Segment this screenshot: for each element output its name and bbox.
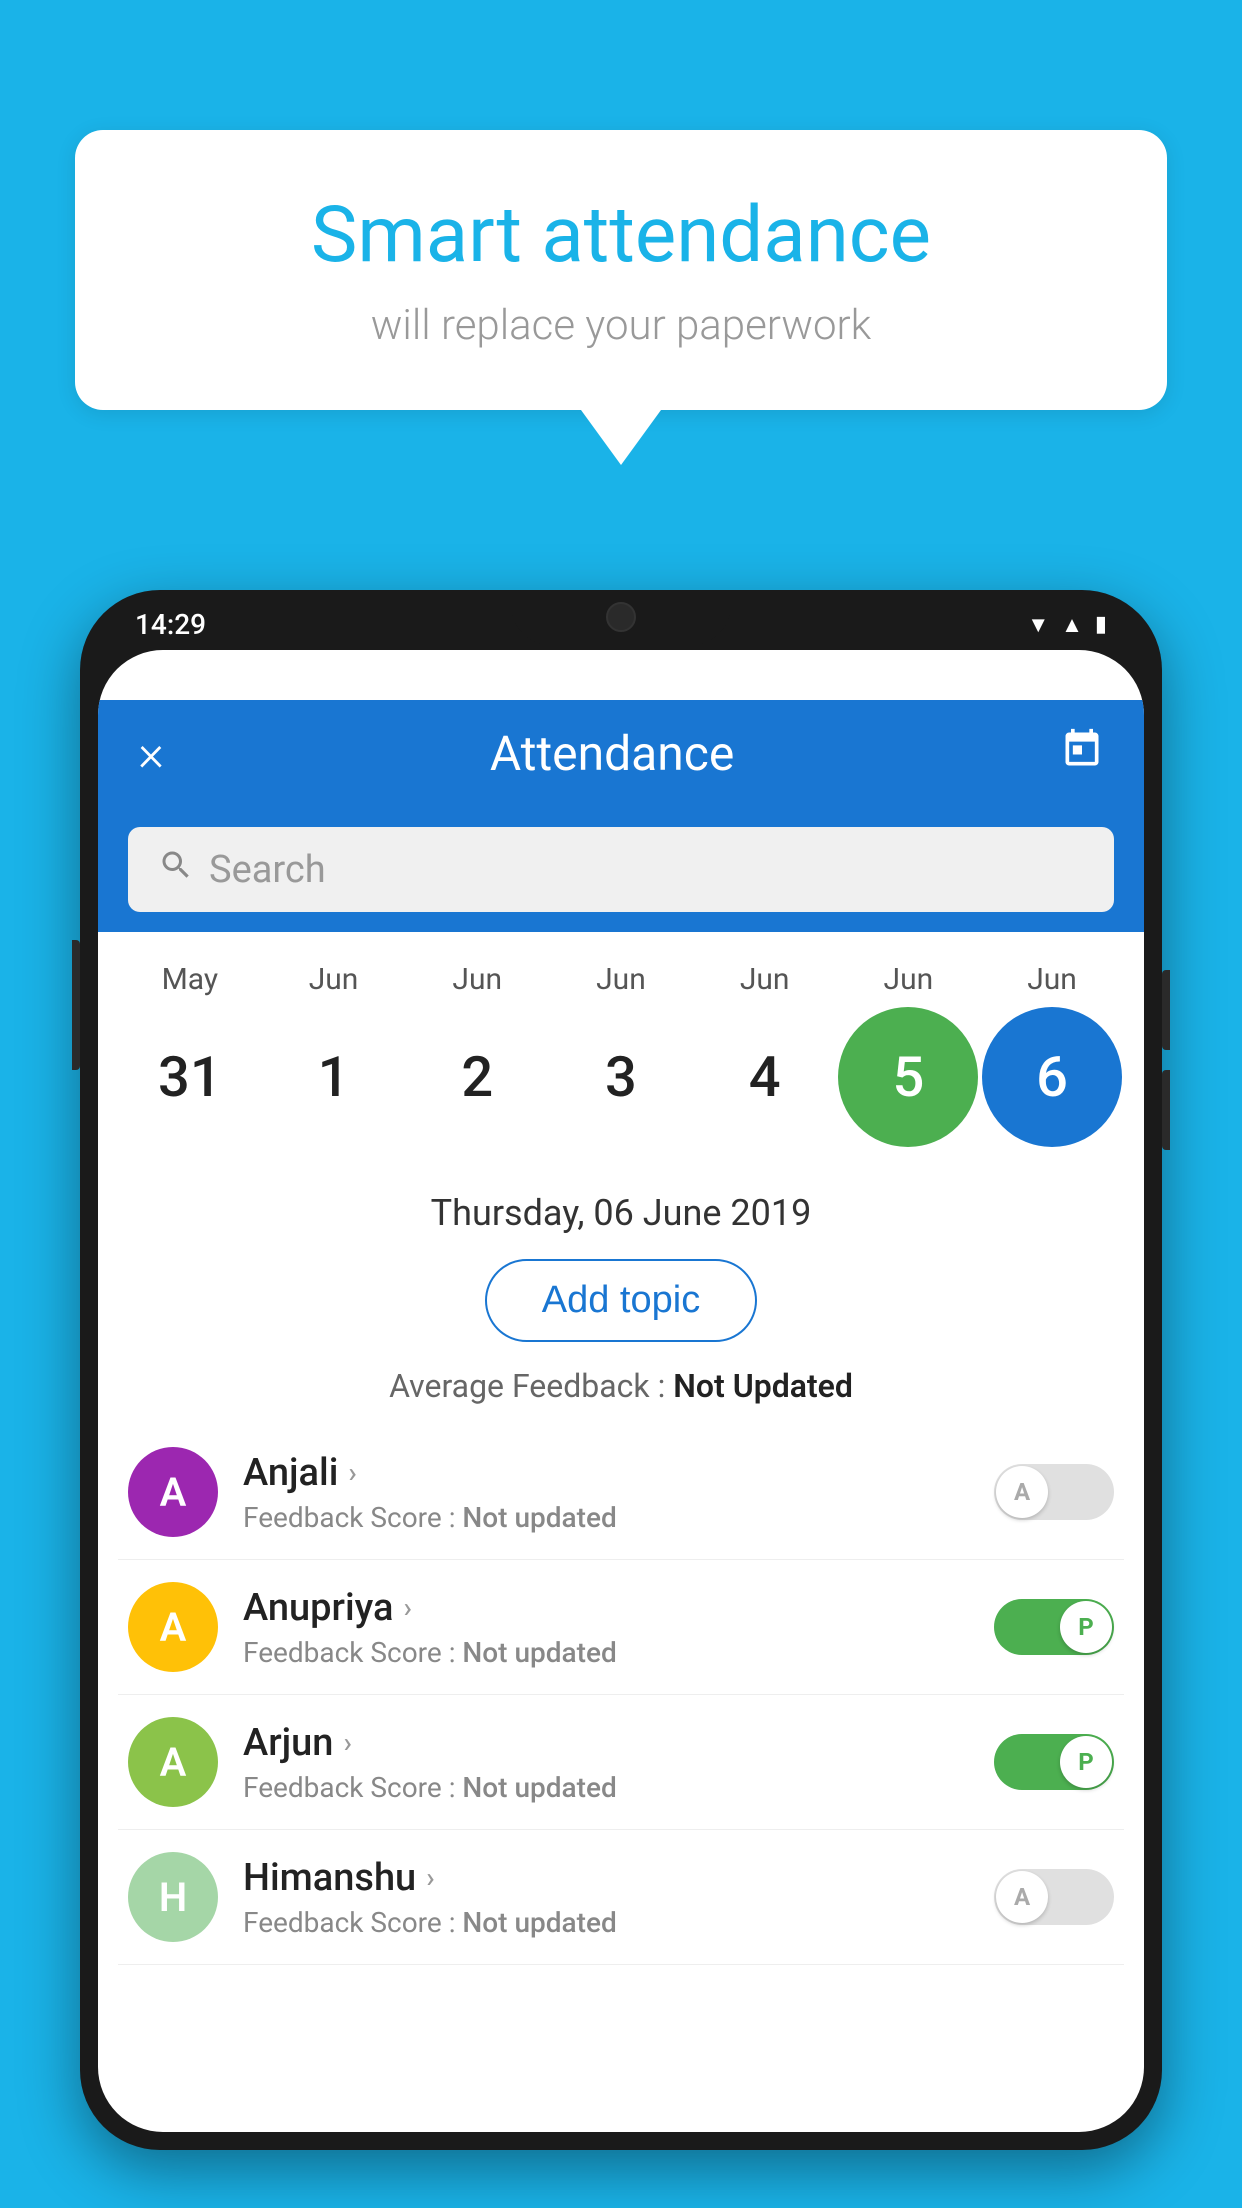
- cal-month-1: Jun: [264, 962, 404, 997]
- front-camera: [606, 602, 636, 632]
- cal-month-4: Jun: [695, 962, 835, 997]
- speech-bubble-section: Smart attendance will replace your paper…: [75, 130, 1167, 465]
- toggle-knob-arjun: P: [1060, 1736, 1112, 1788]
- student-info-anupriya: Anupriya › Feedback Score : Not updated: [243, 1586, 969, 1669]
- student-info-arjun: Arjun › Feedback Score : Not updated: [243, 1721, 969, 1804]
- chevron-anupriya: ›: [403, 1591, 411, 1624]
- cal-date-6[interactable]: 6: [982, 1007, 1122, 1147]
- student-list: A Anjali › Feedback Score : Not updated …: [98, 1425, 1144, 1965]
- cal-month-2: Jun: [407, 962, 547, 997]
- search-icon: [158, 847, 194, 892]
- toggle-knob-anupriya: P: [1060, 1601, 1112, 1653]
- student-avatar-himanshu: H: [128, 1852, 218, 1942]
- attendance-toggle-anupriya[interactable]: P: [994, 1599, 1114, 1655]
- add-topic-container: Add topic: [98, 1244, 1144, 1357]
- speech-bubble-arrow: [581, 410, 661, 465]
- avg-feedback-value: Not Updated: [673, 1367, 853, 1405]
- phone-notch: [511, 590, 731, 645]
- selected-date-label: Thursday, 06 June 2019: [118, 1192, 1124, 1234]
- student-item-anupriya[interactable]: A Anupriya › Feedback Score : Not update…: [118, 1560, 1124, 1695]
- student-name-anupriya: Anupriya ›: [243, 1586, 969, 1630]
- chevron-arjun: ›: [343, 1726, 351, 1759]
- cal-date-4[interactable]: 4: [695, 1007, 835, 1147]
- cal-date-3[interactable]: 3: [551, 1007, 691, 1147]
- student-name-himanshu: Himanshu ›: [243, 1856, 969, 1900]
- power-button: [1162, 970, 1170, 1050]
- volume-down-button: [1162, 1070, 1170, 1150]
- search-container: Search: [98, 807, 1144, 932]
- phone-frame: 14:29 ▼ ▲ ▮ × Attendance: [80, 590, 1162, 2150]
- cal-month-0: May: [120, 962, 260, 997]
- signal-icon: ▲: [1061, 612, 1083, 638]
- student-item-arjun[interactable]: A Arjun › Feedback Score : Not updated P: [118, 1695, 1124, 1830]
- attendance-toggle-arjun[interactable]: P: [994, 1734, 1114, 1790]
- avg-feedback-label: Average Feedback :: [389, 1367, 673, 1405]
- cal-date-2[interactable]: 2: [407, 1007, 547, 1147]
- calendar-icon[interactable]: [1060, 727, 1104, 781]
- attendance-toggle-himanshu[interactable]: A: [994, 1869, 1114, 1925]
- cal-date-1[interactable]: 1: [264, 1007, 404, 1147]
- student-name-anjali: Anjali ›: [243, 1451, 969, 1495]
- cal-month-3: Jun: [551, 962, 691, 997]
- date-info: Thursday, 06 June 2019: [98, 1167, 1144, 1244]
- student-item-himanshu[interactable]: H Himanshu › Feedback Score : Not update…: [118, 1830, 1124, 1965]
- battery-icon: ▮: [1095, 612, 1107, 637]
- cal-month-5: Jun: [838, 962, 978, 997]
- toggle-knob-himanshu: A: [996, 1871, 1048, 1923]
- chevron-anjali: ›: [348, 1456, 356, 1489]
- student-item-anjali[interactable]: A Anjali › Feedback Score : Not updated …: [118, 1425, 1124, 1560]
- search-bar[interactable]: Search: [128, 827, 1114, 912]
- calendar-months: May Jun Jun Jun Jun Jun Jun: [118, 962, 1124, 997]
- header-title: Attendance: [164, 725, 1060, 782]
- feedback-score-arjun: Feedback Score : Not updated: [243, 1771, 969, 1804]
- status-icons: ▼ ▲ ▮: [1027, 612, 1107, 638]
- phone-screen: × Attendance Search: [98, 650, 1144, 2132]
- calendar-dates: 31 1 2 3 4 5 6: [118, 1007, 1124, 1147]
- student-info-anjali: Anjali › Feedback Score : Not updated: [243, 1451, 969, 1534]
- chevron-himanshu: ›: [426, 1861, 434, 1894]
- wifi-icon: ▼: [1027, 612, 1049, 638]
- feedback-score-anupriya: Feedback Score : Not updated: [243, 1636, 969, 1669]
- average-feedback: Average Feedback : Not Updated: [98, 1357, 1144, 1425]
- cal-date-5[interactable]: 5: [838, 1007, 978, 1147]
- student-name-arjun: Arjun ›: [243, 1721, 969, 1765]
- app-header: × Attendance: [98, 700, 1144, 807]
- volume-up-button: [72, 940, 80, 1070]
- toggle-knob-anjali: A: [996, 1466, 1048, 1518]
- phone-wrapper: 14:29 ▼ ▲ ▮ × Attendance: [80, 590, 1162, 2208]
- feedback-score-anjali: Feedback Score : Not updated: [243, 1501, 969, 1534]
- search-placeholder: Search: [209, 848, 326, 892]
- speech-bubble-title: Smart attendance: [155, 190, 1087, 281]
- speech-bubble-subtitle: will replace your paperwork: [155, 301, 1087, 350]
- close-button[interactable]: ×: [138, 729, 164, 779]
- student-avatar-arjun: A: [128, 1717, 218, 1807]
- feedback-score-himanshu: Feedback Score : Not updated: [243, 1906, 969, 1939]
- calendar-section: May Jun Jun Jun Jun Jun Jun 31 1 2 3 4 5…: [98, 932, 1144, 1167]
- student-avatar-anupriya: A: [128, 1582, 218, 1672]
- cal-month-6: Jun: [982, 962, 1122, 997]
- attendance-toggle-anjali[interactable]: A: [994, 1464, 1114, 1520]
- status-time: 14:29: [135, 608, 206, 641]
- cal-date-0[interactable]: 31: [120, 1007, 260, 1147]
- add-topic-button[interactable]: Add topic: [485, 1259, 757, 1342]
- student-avatar-anjali: A: [128, 1447, 218, 1537]
- student-info-himanshu: Himanshu › Feedback Score : Not updated: [243, 1856, 969, 1939]
- speech-bubble: Smart attendance will replace your paper…: [75, 130, 1167, 410]
